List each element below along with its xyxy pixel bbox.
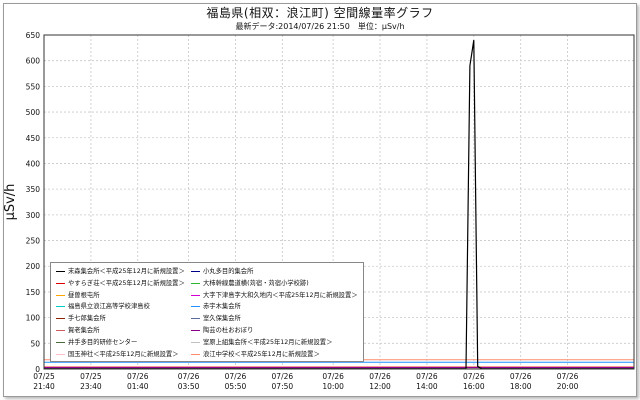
legend-label: 福島県立浪江高等学校津島校	[68, 303, 150, 311]
legend-label: 賀老集会所	[68, 327, 100, 334]
x-tick-date-label: 07/26	[557, 372, 579, 381]
y-tick-label: 650	[26, 31, 41, 40]
legend-swatch	[56, 330, 65, 331]
x-tick-date-label: 07/25	[33, 372, 55, 381]
legend-label: やすらぎ荘＜平成25年12月に新規設置＞	[68, 279, 185, 287]
x-tick-date-label: 07/26	[463, 372, 485, 381]
legend-label: 浪江中学校＜平成25年12月に新規設置＞	[203, 350, 320, 358]
legend-label: 大柿幹線農道横(苅宿・苅宿小学校跡)	[203, 279, 309, 287]
x-tick-date-label: 07/26	[127, 372, 149, 381]
legend-swatch	[56, 282, 65, 284]
y-tick-label: 450	[26, 134, 41, 143]
x-tick-time-label: 01:40	[127, 382, 149, 391]
legend-label: 室久保集会所	[203, 315, 241, 323]
x-tick-time-label: 14:00	[416, 382, 438, 391]
legend-item: 室原上組集会所＜平成25年12月に新規設置＞	[191, 337, 332, 348]
legend-item: 浪江中学校＜平成25年12月に新規設置＞	[191, 349, 320, 360]
x-tick-time-label: 12:00	[369, 382, 391, 391]
legend-label: 井手多目的研修センター	[68, 338, 138, 346]
y-tick-label: 350	[26, 185, 41, 194]
y-tick-label: 250	[26, 237, 41, 246]
legend-swatch	[191, 282, 200, 284]
legend-swatch	[191, 318, 200, 320]
legend-label: 国玉神社＜平成25年12月に新規設置＞	[68, 350, 179, 358]
x-tick-date-label: 07/26	[510, 372, 532, 381]
legend-swatch	[56, 271, 65, 272]
y-tick-label: 600	[26, 57, 41, 66]
x-tick-date-label: 07/26	[178, 372, 200, 381]
x-tick-time-label: 10:00	[322, 382, 344, 391]
legend-label: 陶芸の杜おおぼり	[203, 327, 254, 334]
y-axis-label: μSv/h	[3, 184, 18, 221]
x-tick-time-label: 03:50	[178, 382, 200, 391]
x-tick-date-label: 07/26	[272, 372, 294, 381]
y-tick-label: 150	[26, 288, 41, 297]
x-tick-date-label: 07/26	[225, 372, 247, 381]
legend-swatch	[191, 330, 200, 331]
legend-item: 手七郎集会所	[56, 313, 106, 324]
y-tick-label: 550	[26, 82, 41, 91]
legend-label: 昼曽根屯所	[68, 291, 100, 299]
legend-item: 井手多目的研修センター	[56, 337, 137, 348]
legend-swatch	[56, 294, 65, 296]
legend-item: 賀老集会所	[56, 325, 99, 336]
x-tick-date-label: 07/26	[416, 372, 438, 381]
x-tick-time-label: 05:50	[225, 382, 247, 391]
x-tick-time-label: 16:00	[463, 382, 485, 391]
legend-item: 国玉神社＜平成25年12月に新規設置＞	[56, 349, 178, 360]
x-tick-date-label: 07/26	[369, 372, 391, 381]
y-tick-label: 200	[26, 262, 41, 271]
legend-item: 陶芸の杜おおぼり	[191, 325, 253, 336]
x-tick-time-label: 07:50	[272, 382, 294, 391]
y-tick-label: 500	[26, 108, 41, 117]
legend-item: 昼曽根屯所	[56, 290, 99, 301]
legend-swatch	[56, 318, 65, 320]
y-tick-label: 50	[30, 339, 40, 348]
legend-item: 末森集会所＜平成25年12月に新規設置＞	[56, 266, 185, 277]
legend-item: 大柿幹線農道横(苅宿・苅宿小学校跡)	[191, 278, 309, 289]
legend-item: 赤宇木集会所	[191, 301, 241, 312]
legend-item: 小丸多目的集会所	[191, 266, 253, 277]
legend-item: 室久保集会所	[191, 313, 241, 324]
chart-legend: 末森集会所＜平成25年12月に新規設置＞ 小丸多目的集会所やすらぎ荘＜平成25年1…	[50, 262, 364, 362]
y-tick-label: 300	[26, 211, 41, 220]
legend-label: 手七郎集会所	[68, 315, 106, 323]
x-tick-date-label: 07/25	[80, 372, 102, 381]
y-tick-label: 100	[26, 314, 41, 323]
legend-label: 小丸多目的集会所	[203, 268, 254, 275]
legend-item: やすらぎ荘＜平成25年12月に新規設置＞	[56, 278, 185, 289]
legend-swatch	[56, 353, 65, 355]
legend-swatch	[191, 271, 200, 272]
legend-label: 大字下津島字大和久地内＜平成25年12月に新規設置＞	[203, 291, 358, 299]
legend-label: 室原上組集会所＜平成25年12月に新規設置＞	[203, 338, 333, 346]
legend-label: 赤宇木集会所	[203, 303, 241, 311]
x-tick-time-label: 20:00	[557, 382, 579, 391]
x-tick-time-label: 23:40	[80, 382, 102, 391]
legend-swatch	[56, 341, 65, 343]
legend-item: 大字下津島字大和久地内＜平成25年12月に新規設置＞	[191, 290, 358, 301]
legend-swatch	[191, 353, 200, 355]
legend-label: 末森集会所＜平成25年12月に新規設置＞	[68, 268, 185, 275]
legend-item: 福島県立浪江高等学校津島校	[56, 301, 150, 312]
x-tick-time-label: 18:00	[510, 382, 532, 391]
legend-swatch	[56, 306, 65, 308]
legend-swatch	[191, 306, 200, 308]
legend-swatch	[191, 294, 200, 296]
legend-swatch	[191, 341, 200, 343]
y-tick-label: 400	[26, 159, 41, 168]
x-tick-date-label: 07/26	[322, 372, 344, 381]
x-tick-time-label: 21:40	[33, 382, 55, 391]
